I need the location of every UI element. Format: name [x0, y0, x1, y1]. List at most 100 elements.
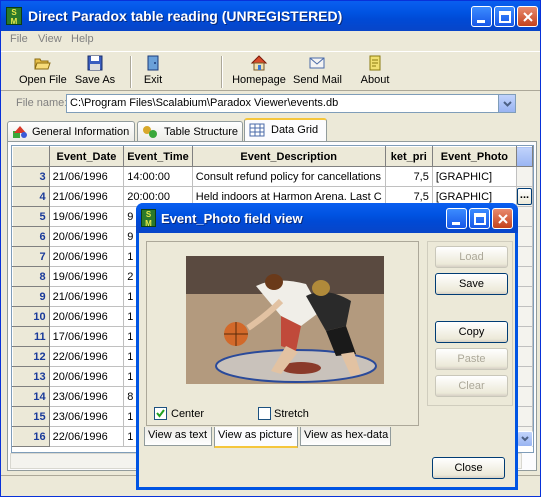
file-name-value: C:\Program Files\Scalabium\Paradox Viewe… [70, 97, 339, 109]
chevron-down-icon[interactable] [498, 95, 515, 112]
send-mail-button[interactable]: Send Mail [293, 54, 342, 90]
table-cell[interactable]: 21/06/1996 [48, 186, 125, 207]
stretch-checkbox[interactable] [258, 407, 271, 420]
table-cell[interactable]: 21/06/1996 [48, 166, 125, 187]
basketball-photo [186, 256, 384, 384]
ellipsis-button[interactable]: ... [517, 188, 532, 205]
paste-button[interactable]: Paste [435, 348, 508, 370]
table-row[interactable]: 3 21/06/1996 14:00:00 Consult refund policy… [12, 166, 533, 187]
info-scroll-icon [369, 55, 381, 71]
table-cell[interactable]: 22/06/1996 [48, 426, 125, 447]
table-cell[interactable]: 19/06/1996 [48, 206, 125, 227]
file-name-combo[interactable]: C:\Program Files\Scalabium\Paradox Viewe… [66, 94, 516, 113]
close-dialog-button[interactable]: Close [432, 457, 505, 479]
homepage-button[interactable]: Homepage [232, 54, 286, 90]
tab-table-structure[interactable]: Table Structure [137, 121, 243, 141]
scroll-track[interactable] [515, 206, 533, 227]
tab-view-as-text[interactable]: View as text [144, 427, 212, 446]
menu-help[interactable]: Help [71, 33, 94, 45]
row-number: 7 [12, 246, 50, 267]
save-button[interactable]: Save [435, 273, 508, 295]
column-header[interactable]: Event_Photo [431, 146, 517, 167]
maximize-button[interactable] [494, 6, 515, 27]
menu-view[interactable]: View [38, 33, 62, 45]
center-checkbox[interactable] [154, 407, 167, 420]
scroll-track[interactable] [515, 406, 533, 427]
row-number: 16 [12, 426, 50, 447]
dialog-title: Event_Photo field view [161, 211, 303, 226]
scroll-track[interactable] [515, 386, 533, 407]
exit-button[interactable]: Exit [140, 54, 166, 90]
table-cell[interactable]: Consult refund policy for cancellations [191, 166, 386, 187]
floppy-disk-icon [87, 55, 103, 71]
dialog-maximize-button[interactable] [469, 208, 490, 229]
toolbar-separator [221, 56, 223, 88]
scroll-track[interactable] [515, 366, 533, 387]
table-cell[interactable]: 14:00:00 [123, 166, 193, 187]
row-number: 8 [12, 266, 50, 287]
corner-header [12, 146, 50, 167]
column-header[interactable]: Event_Date [48, 146, 125, 167]
tab-data-grid[interactable]: Data Grid [244, 118, 327, 142]
column-header[interactable]: ket_pri [384, 146, 433, 167]
scroll-track[interactable] [515, 266, 533, 287]
scroll-track[interactable] [515, 326, 533, 347]
tab-general-information[interactable]: General Information [7, 121, 135, 141]
clear-button[interactable]: Clear [435, 375, 508, 397]
row-number: 3 [12, 166, 50, 187]
stretch-label: Stretch [274, 408, 309, 420]
row-number: 13 [12, 366, 50, 387]
dialog-close-button[interactable] [492, 208, 513, 229]
row-number: 15 [12, 406, 50, 427]
copy-button[interactable]: Copy [435, 321, 508, 343]
file-name-row: File name: C:\Program Files\Scalabium\Pa… [1, 92, 540, 114]
table-cell[interactable]: 22/06/1996 [48, 346, 125, 367]
close-button[interactable] [517, 6, 538, 27]
toolbar: Open File Save As Exit Homepage Send Mai… [1, 51, 540, 91]
scroll-track[interactable] [515, 166, 533, 187]
column-header[interactable]: Event_Description [191, 146, 386, 167]
table-cell[interactable]: 23/06/1996 [48, 386, 125, 407]
grid-icon [249, 123, 265, 137]
vscroll-up[interactable] [515, 146, 533, 167]
save-as-button[interactable]: Save As [73, 54, 117, 90]
table-cell[interactable]: 23/06/1996 [48, 406, 125, 427]
checkmark-icon [156, 409, 165, 418]
table-cell[interactable]: 7,5 [384, 166, 433, 187]
load-button[interactable]: Load [435, 246, 508, 268]
row-number: 5 [12, 206, 50, 227]
tab-view-as-picture[interactable]: View as picture [214, 427, 298, 448]
table-cell[interactable]: 20/06/1996 [48, 246, 125, 267]
dialog-minimize-button[interactable] [446, 208, 467, 229]
table-cell[interactable]: 17/06/1996 [48, 326, 125, 347]
scroll-track[interactable] [515, 346, 533, 367]
table-cell[interactable]: 21/06/1996 [48, 286, 125, 307]
table-cell[interactable]: 20/06/1996 [48, 226, 125, 247]
home-icon [250, 55, 268, 71]
scroll-track[interactable]: ... [515, 186, 533, 207]
exit-door-icon [147, 55, 159, 71]
folder-open-icon [34, 58, 51, 70]
column-header[interactable]: Event_Time [123, 146, 193, 167]
main-tabs: General Information Table Structure Data… [7, 118, 537, 142]
image-panel [146, 241, 419, 426]
scroll-track[interactable] [515, 226, 533, 247]
menu-file[interactable]: File [10, 33, 28, 45]
table-cell[interactable]: 19/06/1996 [48, 266, 125, 287]
scroll-track[interactable] [515, 246, 533, 267]
table-cell[interactable]: 20/06/1996 [48, 366, 125, 387]
scroll-track[interactable] [515, 286, 533, 307]
about-button[interactable]: About [359, 54, 391, 90]
minimize-button[interactable] [471, 6, 492, 27]
tab-view-as-hex-data[interactable]: View as hex-data [300, 427, 391, 446]
table-cell[interactable]: 20/06/1996 [48, 306, 125, 327]
title-bar[interactable]: SM Direct Paradox table reading (UNREGIS… [1, 1, 540, 31]
shapes-icon [13, 126, 27, 138]
open-file-button[interactable]: Open File [19, 54, 67, 90]
scroll-down-button[interactable] [517, 431, 533, 447]
dialog-title-bar[interactable]: SM Event_Photo field view [136, 203, 518, 233]
row-number: 12 [12, 346, 50, 367]
photo-field-dialog: SM Event_Photo field view Load Save Copy… [136, 203, 518, 490]
table-cell[interactable]: [GRAPHIC] [431, 166, 517, 187]
scroll-track[interactable] [515, 306, 533, 327]
